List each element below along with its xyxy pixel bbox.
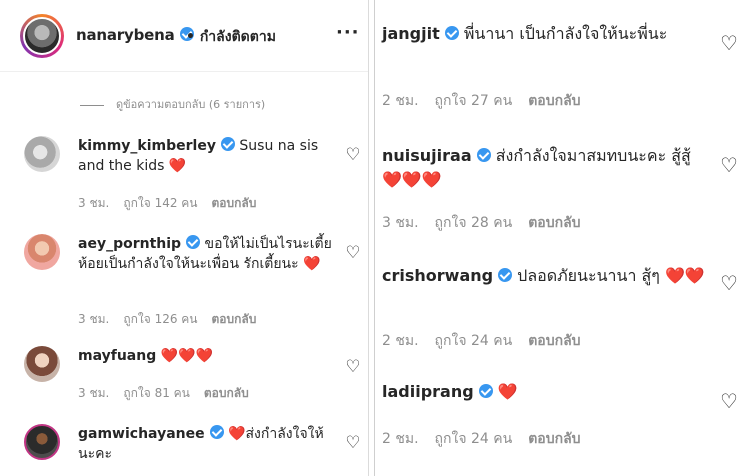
replies-line-divider (80, 104, 104, 106)
comment-likes[interactable]: ถูกใจ 27 คน (435, 93, 513, 109)
heart-emoji: ❤️ (303, 256, 321, 272)
following-button[interactable]: • กำลังติดตาม (186, 26, 276, 48)
verified-badge-icon (476, 148, 491, 162)
poster-avatar[interactable] (23, 17, 61, 55)
verified-badge-icon (220, 137, 235, 151)
like-heart-icon[interactable]: ♡ (344, 358, 362, 376)
avatar[interactable] (24, 346, 60, 382)
view-replies-label: ดูข้อความตอบกลับ (6 รายการ) (116, 98, 266, 111)
like-heart-icon[interactable]: ♡ (344, 244, 362, 262)
poster-avatar-ring[interactable] (20, 14, 64, 58)
comment-time: 2 ชม. (382, 333, 419, 349)
heart-emoji: ❤️ (168, 158, 187, 174)
heart-emoji: ❤️ (228, 426, 246, 442)
reply-button[interactable]: ตอบกลับ (528, 215, 580, 231)
comment-time: 2 ชม. (382, 431, 419, 447)
reply-button[interactable]: ตอบกลับ (204, 386, 249, 400)
right-comments-panel: jangjit พี่นานา เป็นกำลังใจให้นะพี่นะ 2 … (376, 0, 750, 476)
comment-body: ปลอดภัยนะนานา สู้ๆ (517, 266, 660, 285)
comment-username[interactable]: aey_pornthip (78, 236, 181, 252)
comment-meta: 3 ชม. ถูกใจ 81 คน ตอบกลับ (78, 384, 263, 403)
reply-button[interactable]: ตอบกลับ (528, 93, 580, 109)
comment-username[interactable]: kimmy_kimberley (78, 138, 216, 154)
like-heart-icon[interactable]: ♡ (720, 33, 738, 53)
comment-username[interactable]: nuisujiraa (382, 146, 472, 165)
avatar[interactable] (24, 234, 60, 270)
verified-badge-icon (478, 384, 493, 398)
comment-text: crishorwang ปลอดภัยนะนานา สู้ๆ ❤️❤️ (382, 264, 708, 288)
like-heart-icon[interactable]: ♡ (720, 155, 738, 175)
comment-meta: 3 ชม. ถูกใจ 142 คน ตอบกลับ (78, 194, 270, 213)
post-header: nanarybena • กำลังติดตาม ··· (0, 0, 368, 72)
comment-meta: 3 ชม. ถูกใจ 126 คน ตอบกลับ (78, 310, 270, 329)
comment-likes[interactable]: ถูกใจ 24 คน (435, 333, 513, 349)
comment-likes[interactable]: ถูกใจ 142 คน (123, 196, 197, 210)
comment-meta: 2 ชม. ถูกใจ 27 คน ตอบกลับ (382, 90, 597, 112)
comment-text: aey_pornthip ขอให้ไม่เป็นไรนะเตี้ยห้อยเป… (78, 234, 340, 274)
comment-meta: 3 ชม. ถูกใจ 28 คน ตอบกลับ (382, 212, 597, 234)
poster-username[interactable]: nanarybena (76, 26, 175, 44)
comment-likes[interactable]: ถูกใจ 28 คน (435, 215, 513, 231)
reply-button[interactable]: ตอบกลับ (528, 333, 580, 349)
heart-emoji: ❤️ (497, 382, 518, 401)
comment-username[interactable]: crishorwang (382, 266, 493, 285)
panel-divider (369, 0, 375, 476)
view-replies-button[interactable]: ดูข้อความตอบกลับ (6 รายการ) (80, 95, 265, 113)
comment-time: 2 ชม. (382, 93, 419, 109)
comment-username[interactable]: mayfuang (78, 348, 156, 364)
reply-button[interactable]: ตอบกลับ (212, 196, 257, 210)
comment-text: gamwichayanee ❤️ส่งกำลังใจให้นะคะ (78, 424, 340, 464)
reply-button[interactable]: ตอบกลับ (212, 312, 257, 326)
heart-emoji: ❤️❤️❤️ (382, 170, 442, 189)
heart-emoji: ❤️❤️❤️ (160, 348, 213, 364)
comment-text: mayfuang ❤️❤️❤️ (78, 346, 340, 366)
poster-username-row: nanarybena (76, 26, 194, 44)
verified-badge-icon (186, 235, 201, 249)
comment-username[interactable]: gamwichayanee (78, 426, 205, 442)
like-heart-icon[interactable]: ♡ (344, 434, 362, 452)
comment-likes[interactable]: ถูกใจ 24 คน (435, 431, 513, 447)
comment-text: jangjit พี่นานา เป็นกำลังใจให้นะพี่นะ (382, 22, 702, 46)
heart-emoji: ❤️❤️ (664, 266, 705, 285)
comment-likes[interactable]: ถูกใจ 126 คน (123, 312, 197, 326)
comment-time: 3 ชม. (78, 312, 110, 326)
comment-meta: 2 ชม. ถูกใจ 24 คน ตอบกลับ (382, 330, 597, 352)
comment-username[interactable]: jangjit (382, 24, 440, 43)
avatar[interactable] (24, 136, 60, 172)
verified-badge-icon (209, 425, 224, 439)
like-heart-icon[interactable]: ♡ (720, 391, 738, 411)
comment-time: 3 ชม. (382, 215, 419, 231)
avatar[interactable] (24, 424, 60, 460)
comment-text: kimmy_kimberley Susu na sis and the kids… (78, 136, 340, 176)
left-comments-panel: nanarybena • กำลังติดตาม ··· ดูข้อความตอ… (0, 0, 369, 476)
more-options-icon[interactable]: ··· (336, 22, 360, 43)
comment-time: 3 ชม. (78, 196, 110, 210)
verified-badge-icon (498, 268, 513, 282)
verified-badge-icon (444, 26, 459, 40)
comment-body: ส่งกำลังใจมาสมทบนะคะ สู้สู้ (495, 146, 691, 165)
comment-time: 3 ชม. (78, 386, 110, 400)
comment-username[interactable]: ladiiprang (382, 382, 474, 401)
comment-text: nuisujiraa ส่งกำลังใจมาสมทบนะคะ สู้สู้ ❤… (382, 144, 708, 192)
comment-text: ladiiprang ❤️ (382, 380, 708, 404)
comment-body: พี่นานา เป็นกำลังใจให้นะพี่นะ (463, 24, 668, 43)
reply-button[interactable]: ตอบกลับ (528, 431, 580, 447)
like-heart-icon[interactable]: ♡ (720, 273, 738, 293)
like-heart-icon[interactable]: ♡ (344, 146, 362, 164)
comment-meta: 2 ชม. ถูกใจ 24 คน ตอบกลับ (382, 428, 597, 450)
comment-likes[interactable]: ถูกใจ 81 คน (123, 386, 190, 400)
